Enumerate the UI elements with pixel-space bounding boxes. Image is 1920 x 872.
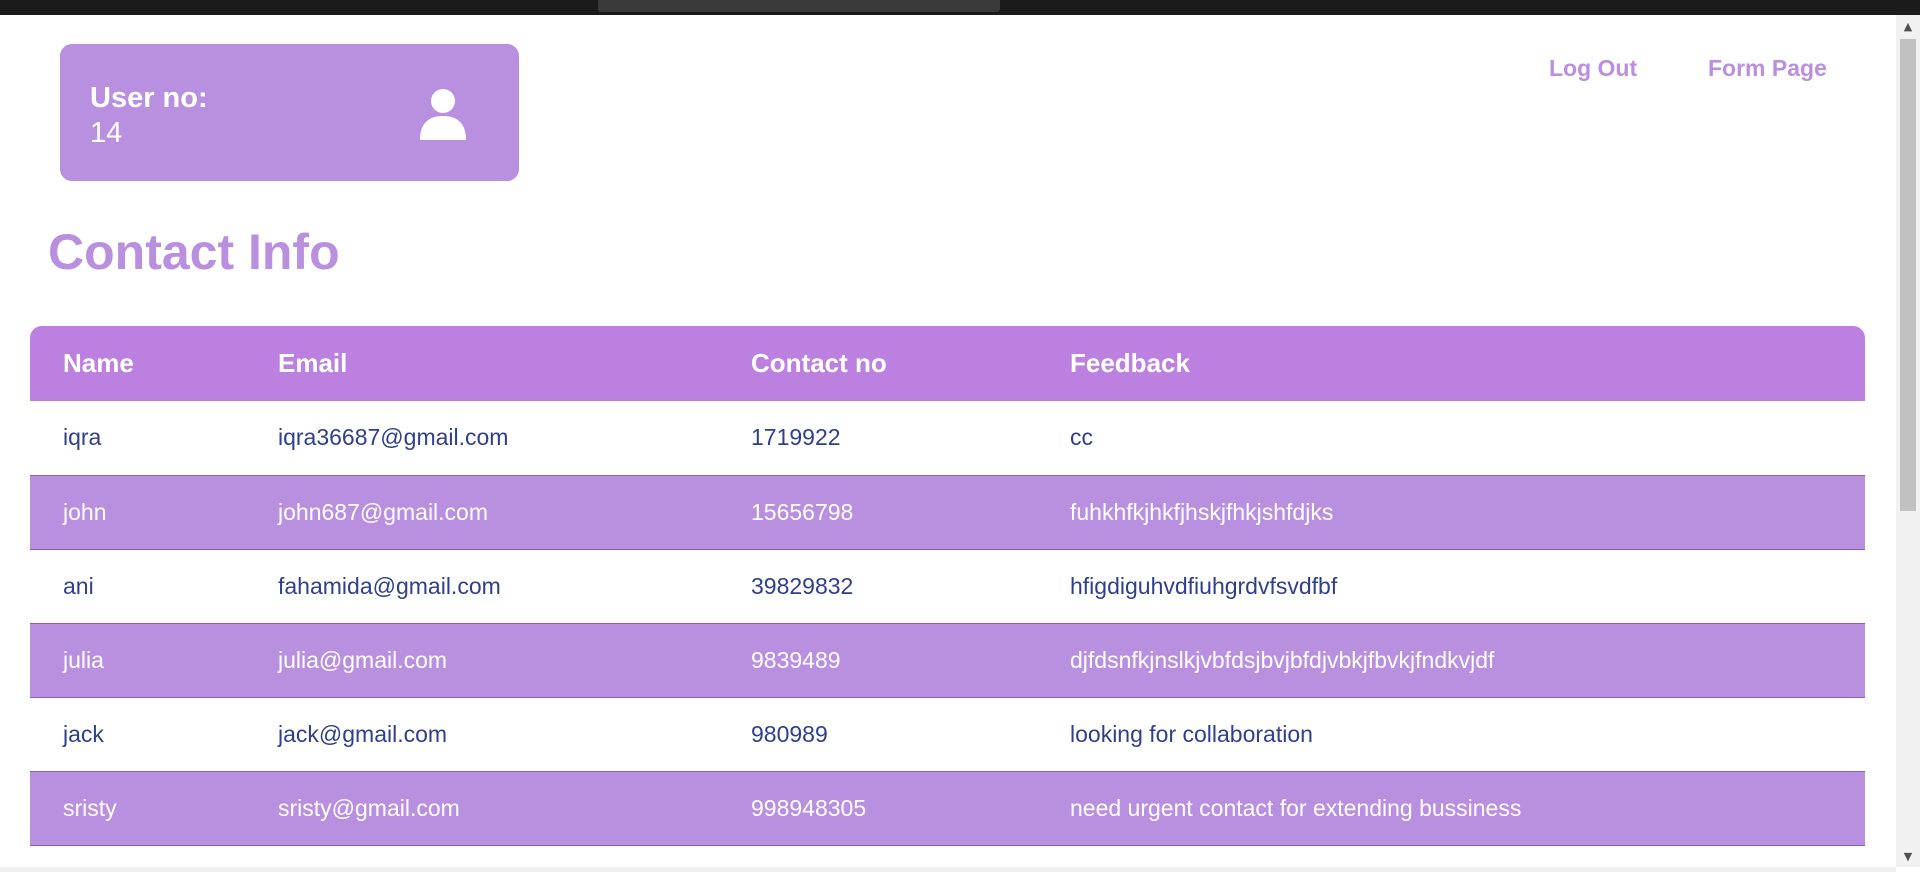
cell-email: john687@gmail.com bbox=[278, 498, 489, 525]
browser-tab-strip bbox=[598, 0, 1000, 12]
cell-email: jack@gmail.com bbox=[278, 720, 448, 747]
user-icon bbox=[420, 89, 466, 140]
cell-name: ani bbox=[63, 572, 94, 599]
cell-email: julia@gmail.com bbox=[278, 646, 448, 673]
cell-feedback: djfdsnfkjnslkjvbfdsjbvjbfdjvbkjfbvkjfndk… bbox=[1070, 646, 1495, 673]
table-row: sristy sristy@gmail.com 998948305 need u… bbox=[30, 771, 1865, 845]
column-header-name: Name bbox=[63, 348, 134, 378]
cell-feedback: hfigdiguhvdfiuhgrdvfsvdfbf bbox=[1070, 572, 1338, 599]
table-row: john john687@gmail.com 15656798 fuhkhfkj… bbox=[30, 475, 1865, 549]
cell-feedback: cc bbox=[1070, 424, 1093, 451]
cell-email: iqra36687@gmail.com bbox=[278, 424, 509, 451]
cell-name: sristy bbox=[63, 794, 117, 821]
cell-email: fahamida@gmail.com bbox=[278, 572, 501, 599]
logout-link[interactable]: Log Out bbox=[1549, 55, 1637, 82]
horizontal-scrollbar-track bbox=[0, 867, 1896, 872]
cell-contact: 9839489 bbox=[751, 646, 841, 673]
column-header-email: Email bbox=[278, 348, 348, 378]
cell-email: sristy@gmail.com bbox=[278, 794, 460, 821]
column-header-contact: Contact no bbox=[751, 348, 887, 378]
table-row: julia julia@gmail.com 9839489 djfdsnfkjn… bbox=[30, 623, 1865, 697]
vertical-scrollbar[interactable]: ▲ ▼ bbox=[1896, 15, 1920, 867]
cell-name: julia bbox=[63, 646, 104, 673]
scroll-down-arrow-icon[interactable]: ▼ bbox=[1896, 845, 1920, 867]
cell-feedback: looking for collaboration bbox=[1070, 720, 1313, 747]
table-row: jack jack@gmail.com 980989 looking for c… bbox=[30, 697, 1865, 771]
cell-contact: 15656798 bbox=[751, 498, 854, 525]
page-viewport: User no: 14 Log Out Form Page Contact In… bbox=[0, 15, 1896, 867]
table-header: Name Email Contact no Feedback bbox=[30, 326, 1865, 401]
cell-contact: 39829832 bbox=[751, 572, 854, 599]
scroll-up-arrow-icon[interactable]: ▲ bbox=[1896, 15, 1920, 37]
table-row: ani fahamida@gmail.com 39829832 hfigdigu… bbox=[30, 549, 1865, 623]
contact-table: Name Email Contact no Feedback iqra iqra… bbox=[30, 326, 1865, 846]
browser-top-bar bbox=[0, 0, 1920, 15]
scrollbar-thumb[interactable] bbox=[1900, 39, 1916, 511]
cell-feedback: fuhkhfkjhkfjhskjfhkjshfdjks bbox=[1070, 498, 1334, 525]
cell-contact: 980989 bbox=[751, 720, 828, 747]
table-header-row: Name Email Contact no Feedback bbox=[30, 326, 1865, 401]
user-label: User no: bbox=[90, 82, 208, 114]
cell-name: iqra bbox=[63, 424, 102, 451]
table-body: iqra iqra36687@gmail.com 1719922 cc john… bbox=[30, 401, 1865, 845]
table-row: iqra iqra36687@gmail.com 1719922 cc bbox=[30, 401, 1865, 475]
user-card: User no: 14 bbox=[60, 44, 519, 181]
cell-contact: 1719922 bbox=[751, 424, 841, 451]
cell-name: john bbox=[63, 498, 107, 525]
cell-contact: 998948305 bbox=[751, 794, 867, 821]
cell-feedback: need urgent contact for extending bussin… bbox=[1070, 794, 1522, 821]
column-header-feedback: Feedback bbox=[1070, 348, 1190, 378]
user-number: 14 bbox=[90, 117, 123, 149]
page-title: Contact Info bbox=[48, 224, 340, 280]
form-page-link[interactable]: Form Page bbox=[1708, 55, 1827, 82]
cell-name: jack bbox=[63, 720, 104, 747]
